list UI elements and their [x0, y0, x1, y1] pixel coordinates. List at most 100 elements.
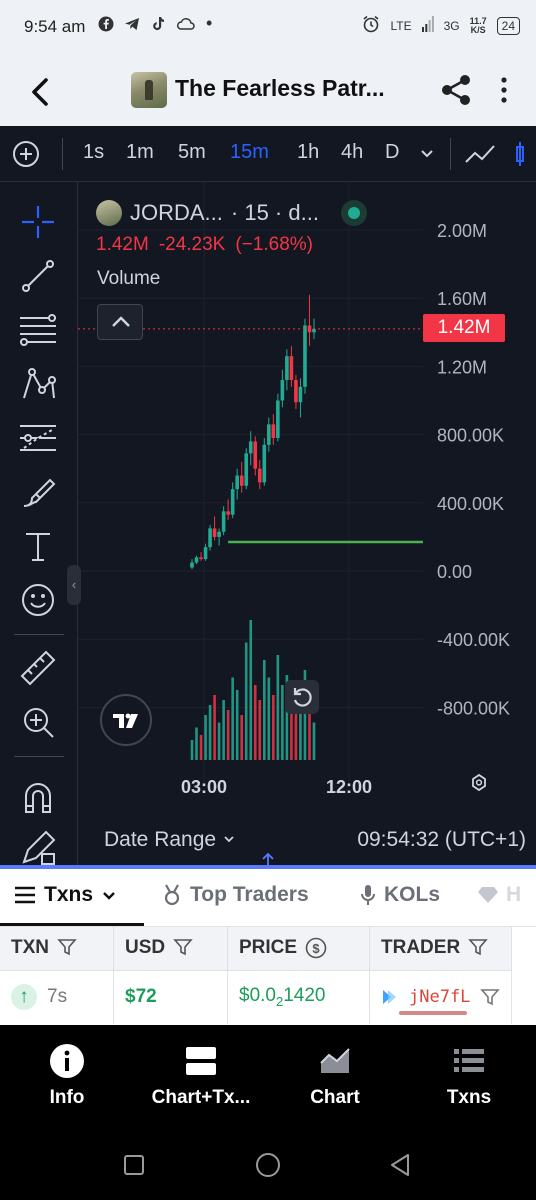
timeframe-5m[interactable]: 5m	[178, 141, 206, 164]
timeframe-4h[interactable]: 4h	[341, 141, 363, 164]
tab-top-traders[interactable]: Top Traders	[162, 883, 309, 907]
timeframe-1s[interactable]: 1s	[83, 141, 104, 164]
column-header-trader[interactable]: TRADER	[370, 927, 512, 971]
trend-line-tool[interactable]	[18, 256, 58, 296]
bottom-nav: Info Chart+Tx... Chart Txns	[0, 1025, 536, 1131]
status-bar: 9:54 am • LTE 3G 11.7 K/S 24	[0, 0, 536, 56]
candle-body-down	[271, 424, 276, 439]
timeframe-15m[interactable]: 15m	[230, 141, 269, 164]
chart-area[interactable]: 2.00M 1.60M 1.20M 800.00K 400.00K 0.00 -400.00…	[78, 182, 536, 812]
fib-tool[interactable]	[18, 310, 58, 350]
nav-info[interactable]: Info	[0, 1043, 134, 1109]
magnet-icon	[25, 783, 51, 813]
nav-txns-label: Txns	[446, 1087, 492, 1108]
3g-label: 3G	[443, 18, 460, 33]
tradingview-icon	[113, 713, 138, 728]
kebab-menu-icon	[501, 77, 507, 103]
back-button[interactable]	[22, 72, 62, 112]
reset-chart-button[interactable]	[285, 680, 319, 714]
home-button[interactable]	[255, 1152, 281, 1183]
column-header-txn[interactable]: TXN	[0, 927, 114, 971]
timeframe-1m[interactable]: 1m	[126, 141, 154, 164]
timeframe-d[interactable]: D	[385, 141, 399, 164]
plus-circle-icon	[13, 141, 39, 167]
timeframe-dropdown[interactable]	[418, 144, 436, 167]
txn-age: 7s	[47, 985, 68, 1007]
info-icon	[50, 1044, 84, 1078]
chart-type-candle-button[interactable]	[514, 138, 536, 175]
tradingview-logo[interactable]	[100, 694, 152, 746]
tools-divider	[14, 634, 64, 635]
back-nav-button[interactable]	[388, 1152, 412, 1183]
timeframe-1h[interactable]: 1h	[297, 141, 319, 164]
collapse-legend-button[interactable]	[97, 304, 143, 340]
filter-icon[interactable]	[480, 987, 501, 1007]
status-time: 9:54 am	[24, 17, 86, 36]
lock-drawings-tool[interactable]	[18, 828, 58, 865]
y-axis-tick-label: 0.00	[437, 562, 472, 582]
y-axis-tick-label: 2.00M	[437, 221, 487, 241]
recents-button[interactable]	[122, 1153, 146, 1182]
text-icon	[26, 533, 50, 561]
battery-indicator: 24	[496, 16, 520, 35]
volume-bar	[190, 740, 194, 760]
dollar-circle-icon[interactable]: $	[305, 937, 327, 959]
crosshair-tool[interactable]	[18, 202, 58, 242]
forecast-icon	[20, 425, 56, 451]
volume-bar	[213, 695, 216, 760]
toolbar-collapse-handle[interactable]: ‹	[67, 565, 81, 605]
pattern-tool[interactable]	[18, 364, 58, 404]
chart-clock[interactable]: 09:54:32 (UTC+1)	[357, 828, 526, 852]
zoom-tool[interactable]	[18, 702, 58, 742]
magnet-tool[interactable]	[18, 778, 58, 818]
nav-chart-txns[interactable]: Chart+Tx...	[134, 1043, 268, 1109]
tab-txns[interactable]: Txns	[14, 883, 117, 907]
forecast-tool[interactable]	[18, 418, 58, 458]
candle-body-up	[276, 400, 280, 439]
measure-tool[interactable]	[18, 648, 58, 688]
tab-holders[interactable]: H	[478, 883, 521, 907]
add-symbol-button[interactable]	[12, 140, 40, 173]
market-status-icon[interactable]	[340, 200, 367, 226]
table-row-cell-txn: ↑ 7s	[0, 971, 114, 1024]
share-button[interactable]	[438, 72, 474, 108]
more-menu-button[interactable]	[494, 72, 514, 108]
txn-price: $0.021420	[239, 984, 326, 1009]
legend-volume-indicator[interactable]: Volume	[97, 268, 160, 290]
filter-icon[interactable]	[57, 937, 77, 957]
microphone-icon	[361, 885, 375, 905]
volume-bar	[195, 727, 198, 760]
volume-bar	[312, 722, 316, 760]
net-speed: 11.7 K/S	[469, 15, 487, 35]
filter-icon[interactable]	[173, 937, 193, 957]
nav-txns[interactable]: Txns	[402, 1043, 536, 1109]
triangle-back-icon	[391, 1154, 409, 1176]
list-icon	[15, 886, 35, 904]
candle-body-down	[294, 380, 298, 403]
filter-icon[interactable]	[468, 937, 488, 957]
alarm-icon	[362, 15, 380, 36]
date-range-button[interactable]: Date Range	[104, 828, 236, 852]
refresh-icon	[293, 688, 312, 707]
column-header-usd[interactable]: USD	[114, 927, 228, 971]
emoji-tool[interactable]	[18, 580, 58, 620]
table-row-cell-trader: jNe7fL	[370, 971, 512, 1024]
arrow-left-icon	[32, 78, 48, 106]
text-tool[interactable]	[18, 526, 58, 566]
candle-chart-icon	[516, 142, 524, 166]
tiktok-icon	[150, 16, 166, 35]
nav-chart[interactable]: Chart	[268, 1043, 402, 1109]
brush-tool[interactable]	[18, 472, 58, 512]
legend-interval: · 15 · d...	[230, 200, 319, 225]
tab-kols[interactable]: KOLs	[360, 883, 440, 907]
date-range-label: Date Range	[104, 828, 217, 851]
trader-address-link[interactable]: jNe7fL	[409, 987, 470, 1007]
chart-type-line-button[interactable]	[464, 140, 496, 173]
transactions-table: TXN USD PRICE $ TRADER ↑ 7s $72 $0.02142…	[0, 927, 536, 1025]
square-icon	[124, 1155, 144, 1175]
active-tab-indicator	[0, 923, 144, 926]
candle-body-up	[280, 380, 285, 401]
column-header-price[interactable]: PRICE $	[228, 927, 370, 971]
medal-icon	[164, 884, 180, 906]
zoom-in-icon	[24, 708, 54, 738]
